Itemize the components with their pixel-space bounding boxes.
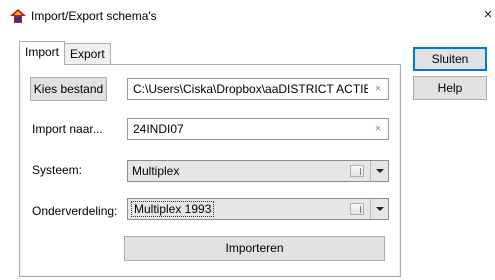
chevron-down-icon <box>376 169 384 173</box>
subdivision-label: Onderverdeling: <box>32 204 118 218</box>
subdivision-selected-value: Multiplex 1993 <box>131 201 215 217</box>
close-button-label: Sluiten <box>431 52 469 66</box>
help-button[interactable]: Help <box>413 76 487 100</box>
clear-file-path-icon[interactable]: × <box>373 82 383 96</box>
window-title: Import/Export schema's <box>31 9 157 23</box>
system-label: Systeem: <box>32 163 83 177</box>
import-button[interactable]: Importeren <box>124 236 385 261</box>
subdivision-scroll-thumb-icon <box>350 203 364 215</box>
import-export-dialog: Import/Export schema's × Import Export K… <box>0 0 495 280</box>
system-scroll-thumb-icon <box>350 165 364 177</box>
choose-file-button-label: Kies bestand <box>33 82 104 96</box>
subdivision-select[interactable]: Multiplex 1993 <box>127 198 389 220</box>
system-select[interactable]: Multiplex <box>127 160 389 182</box>
import-to-label: Import naar... <box>32 122 103 136</box>
close-window-button[interactable]: × <box>481 6 495 24</box>
import-to-value: 24INDI07 <box>133 122 184 136</box>
file-path-field[interactable]: C:\Users\Ciska\Dropbox\aaDISTRICT ACTIEF… <box>127 78 389 100</box>
app-logo-icon <box>10 9 26 23</box>
import-button-label: Importeren <box>225 241 284 255</box>
choose-file-button[interactable]: Kies bestand <box>30 77 107 101</box>
chevron-down-icon <box>376 207 384 211</box>
title-bar: Import/Export schema's × <box>0 0 495 30</box>
tab-import[interactable]: Import <box>19 41 66 65</box>
close-button[interactable]: Sluiten <box>413 47 487 71</box>
subdivision-dropdown-arrow[interactable] <box>370 199 388 219</box>
tab-export[interactable]: Export <box>64 43 111 64</box>
system-dropdown-arrow[interactable] <box>370 161 388 181</box>
system-selected-value: Multiplex <box>132 164 180 178</box>
clear-import-to-icon[interactable]: × <box>373 122 383 136</box>
help-button-label: Help <box>437 81 463 95</box>
file-path-value: C:\Users\Ciska\Dropbox\aaDISTRICT ACTIEF… <box>133 82 368 96</box>
import-to-field[interactable]: 24INDI07 × <box>127 118 389 140</box>
